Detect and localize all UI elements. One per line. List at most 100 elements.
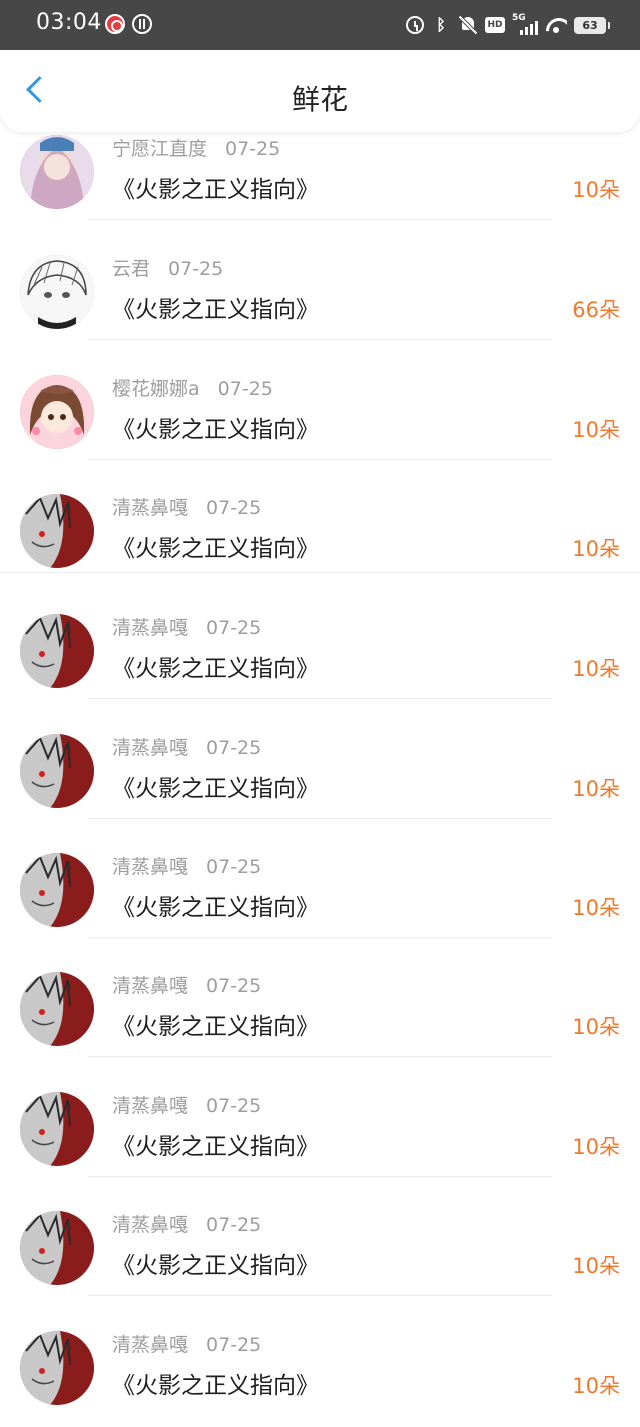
book-title[interactable]: 《火影之正义指向》 [112,888,319,922]
hd-icon: HD [485,17,505,33]
user-name[interactable]: 清蒸鼻嘎 [112,737,188,759]
app-notification-icon [132,14,152,34]
user-name[interactable]: 清蒸鼻嘎 [112,975,188,997]
list-item[interactable]: 清蒸鼻嘎 07-25 《火影之正义指向》 10朵 [0,579,640,699]
row-meta: 清蒸鼻嘎 07-25 [112,1210,261,1237]
list-item[interactable]: 清蒸鼻嘎 07-25 《火影之正义指向》 10朵 [0,699,640,819]
avatar[interactable] [20,255,94,329]
signal-icon: 5G [512,13,538,35]
avatar[interactable] [20,734,94,808]
user-name[interactable]: 清蒸鼻嘎 [112,1334,188,1356]
gift-date: 07-25 [206,856,262,878]
flower-count: 10朵 [572,178,620,202]
row-meta: 清蒸鼻嘎 07-25 [112,1091,261,1118]
user-name[interactable]: 清蒸鼻嘎 [112,1214,188,1236]
avatar[interactable] [20,972,94,1046]
page-title: 鲜花 [291,83,348,116]
flower-count: 10朵 [572,1374,620,1398]
book-title[interactable]: 《火影之正义指向》 [112,1127,319,1161]
row-meta: 宁愿江直度 07-25 [112,134,280,161]
mute-icon [458,15,478,35]
avatar[interactable] [20,375,94,449]
avatar[interactable] [20,614,94,688]
book-title[interactable]: 《火影之正义指向》 [112,769,319,803]
gift-date: 07-25 [206,975,262,997]
list-item[interactable]: 云君 07-25 《火影之正义指向》 66朵 [0,220,640,340]
avatar-cute-girl-image [20,375,94,449]
row-meta: 清蒸鼻嘎 07-25 [112,1330,261,1357]
user-name[interactable]: 宁愿江直度 [112,138,207,160]
list-item[interactable]: 清蒸鼻嘎 07-25 《火影之正义指向》 10朵 [0,1057,640,1177]
gift-date: 07-25 [206,1095,262,1117]
wifi-icon [545,16,567,34]
list-item[interactable]: 清蒸鼻嘎 07-25 《火影之正义指向》 10朵 [0,1296,640,1416]
gift-date: 07-25 [206,737,262,759]
signal-bar [525,27,528,35]
gift-date: 07-25 [206,617,262,639]
list-item[interactable]: 清蒸鼻嘎 07-25 《火影之正义指向》 10朵 [0,1176,640,1296]
gift-date: 07-25 [168,258,224,280]
book-title[interactable]: 《火影之正义指向》 [112,1366,319,1400]
list-item[interactable]: 樱花娜娜a 07-25 《火影之正义指向》 10朵 [0,340,640,460]
user-name[interactable]: 清蒸鼻嘎 [112,856,188,878]
flower-count: 10朵 [572,896,620,920]
row-meta: 清蒸鼻嘎 07-25 [112,971,261,998]
row-meta: 清蒸鼻嘎 07-25 [112,613,261,640]
flower-gift-list[interactable]: 宁愿江直度 07-25 《火影之正义指向》 10朵 云君 07-25 《火影之正义指… [0,0,640,1427]
signal-bar [530,24,533,35]
flower-count: 10朵 [572,1135,620,1159]
user-name[interactable]: 云君 [112,258,150,280]
book-title[interactable]: 《火影之正义指向》 [112,170,319,204]
status-bar: 03:04 ᛒ HD 5G 63 [0,0,640,50]
flower-count: 10朵 [572,537,620,561]
avatar[interactable] [20,853,94,927]
user-name[interactable]: 樱花娜娜a [112,378,200,400]
book-title[interactable]: 《火影之正义指向》 [112,1246,319,1280]
page-header: 鲜花 [0,50,640,132]
status-icons: ᛒ HD 5G 63 [406,13,610,37]
book-title[interactable]: 《火影之正义指向》 [112,290,319,324]
row-meta: 清蒸鼻嘎 07-25 [112,493,261,520]
gift-date: 07-25 [217,378,273,400]
avatar[interactable] [20,494,94,568]
avatar-red-white-character-image [20,1092,94,1166]
flower-count: 66朵 [572,298,620,322]
list-item[interactable]: 清蒸鼻嘎 07-25 《火影之正义指向》 10朵 [0,459,640,579]
avatar-sketch-boy-image [20,255,94,329]
netease-music-icon [105,14,125,34]
avatar-red-white-character-image [20,972,94,1046]
book-title[interactable]: 《火影之正义指向》 [112,529,319,563]
avatar[interactable] [20,135,94,209]
avatar[interactable] [20,1331,94,1405]
row-meta: 清蒸鼻嘎 07-25 [112,852,261,879]
avatar-red-white-character-image [20,614,94,688]
row-meta: 樱花娜娜a 07-25 [112,374,273,401]
flower-count: 10朵 [572,777,620,801]
avatar[interactable] [20,1211,94,1285]
section-divider [0,572,640,573]
flower-count: 10朵 [572,1015,620,1039]
book-title[interactable]: 《火影之正义指向》 [112,410,319,444]
list-item[interactable]: 清蒸鼻嘎 07-25 《火影之正义指向》 10朵 [0,937,640,1057]
avatar-red-white-character-image [20,1211,94,1285]
gift-date: 07-25 [206,497,262,519]
user-name[interactable]: 清蒸鼻嘎 [112,617,188,639]
signal-label: 5G [512,13,526,23]
user-name[interactable]: 清蒸鼻嘎 [112,1095,188,1117]
book-title[interactable]: 《火影之正义指向》 [112,1007,319,1041]
status-time: 03:04 [36,10,102,35]
avatar-red-white-character-image [20,853,94,927]
flower-count: 10朵 [572,418,620,442]
user-name[interactable]: 清蒸鼻嘎 [112,497,188,519]
avatar-red-white-character-image [20,1331,94,1405]
flower-count: 10朵 [572,1254,620,1278]
avatar[interactable] [20,1092,94,1166]
signal-bar [520,30,523,35]
book-title[interactable]: 《火影之正义指向》 [112,649,319,683]
gift-date: 07-25 [206,1214,262,1236]
signal-bar [535,21,538,35]
battery-icon: 63 [574,16,610,34]
row-meta: 云君 07-25 [112,254,223,281]
list-item[interactable]: 清蒸鼻嘎 07-25 《火影之正义指向》 10朵 [0,818,640,938]
bluetooth-icon: ᛒ [436,15,446,34]
